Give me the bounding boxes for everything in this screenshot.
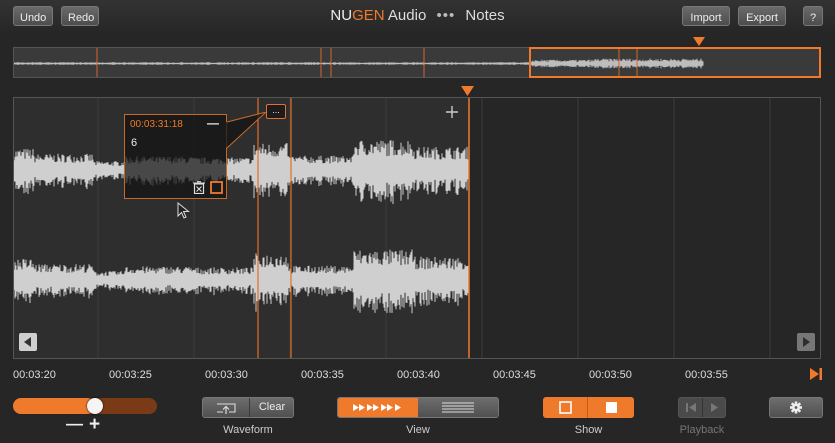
zoom-slider-fill bbox=[13, 398, 96, 414]
settings-button[interactable] bbox=[769, 397, 823, 418]
timeline-label: 00:03:40 bbox=[397, 369, 440, 381]
play-icon bbox=[711, 403, 718, 412]
delete-note-icon[interactable] bbox=[193, 181, 205, 194]
jump-to-end-icon[interactable] bbox=[809, 366, 823, 382]
mouse-cursor-icon bbox=[177, 202, 190, 219]
list-view-icon bbox=[442, 402, 474, 413]
note-text[interactable]: 6 bbox=[131, 137, 137, 149]
app-title: NUGEN Audio ••• Notes bbox=[300, 7, 535, 24]
timeline-label: 00:03:50 bbox=[589, 369, 632, 381]
skip-back-button[interactable] bbox=[679, 398, 703, 417]
timeline-label: 00:03:35 bbox=[301, 369, 344, 381]
view-list-button[interactable] bbox=[418, 398, 498, 417]
note-popup[interactable]: 00:03:31:18 — 6 bbox=[124, 114, 227, 199]
arrow-right-icon bbox=[803, 337, 810, 347]
waveform-button-group: Clear bbox=[202, 397, 294, 418]
brand-nu: NU bbox=[330, 7, 353, 24]
scroll-left-button[interactable] bbox=[19, 333, 37, 351]
square-filled-icon bbox=[606, 402, 617, 413]
zoom-slider-handle[interactable] bbox=[87, 398, 104, 414]
timeline-label: 00:03:25 bbox=[109, 369, 152, 381]
overview-selection[interactable] bbox=[529, 47, 821, 78]
undo-button[interactable]: Undo bbox=[13, 6, 53, 26]
future-region bbox=[469, 98, 820, 358]
gear-icon bbox=[790, 401, 802, 414]
timeline-view-icon bbox=[353, 404, 401, 411]
timeline-label: 00:03:45 bbox=[493, 369, 536, 381]
upload-waveform-icon bbox=[217, 403, 236, 414]
playback-button-group bbox=[678, 397, 726, 418]
view-button-group bbox=[337, 397, 499, 418]
show-button-group bbox=[543, 397, 634, 418]
show-group-label: Show bbox=[574, 424, 603, 436]
waveform-group-label: Waveform bbox=[223, 424, 273, 436]
note-popup-pointer bbox=[226, 112, 267, 149]
timeline[interactable]: 00:03:20 00:03:25 00:03:30 00:03:35 00:0… bbox=[0, 365, 835, 385]
redo-button[interactable]: Redo bbox=[61, 6, 99, 26]
timeline-label: 00:03:55 bbox=[685, 369, 728, 381]
playback-group-label: Playback bbox=[679, 424, 725, 436]
note-color-icon[interactable] bbox=[210, 181, 223, 194]
collapse-button[interactable]: — bbox=[207, 116, 219, 130]
zoom-slider[interactable] bbox=[13, 398, 157, 414]
waveform-channel-right bbox=[14, 249, 469, 314]
playhead-icon[interactable] bbox=[461, 86, 474, 97]
view-timeline-button[interactable] bbox=[338, 398, 418, 417]
square-outline-icon bbox=[559, 401, 572, 414]
timeline-label: 00:03:30 bbox=[205, 369, 248, 381]
timeline-label: 00:03:20 bbox=[13, 369, 56, 381]
show-outline-button[interactable] bbox=[543, 397, 588, 418]
overview-playhead-icon[interactable] bbox=[693, 37, 705, 47]
clear-waveform-button[interactable]: Clear bbox=[250, 398, 293, 417]
import-button[interactable]: Import bbox=[682, 6, 730, 26]
brand-audio: Audio bbox=[387, 7, 427, 24]
play-button[interactable] bbox=[703, 398, 725, 417]
note-timestamp: 00:03:31:18 bbox=[130, 119, 183, 130]
export-button[interactable]: Export bbox=[738, 6, 786, 26]
brand-gen: GEN bbox=[352, 7, 385, 24]
skip-back-icon bbox=[686, 403, 696, 412]
scroll-right-button[interactable] bbox=[797, 333, 815, 351]
title-separator: ••• bbox=[436, 7, 456, 24]
app-name: Notes bbox=[465, 7, 505, 24]
view-group-label: View bbox=[406, 424, 430, 436]
help-button[interactable]: ? bbox=[803, 6, 823, 26]
show-filled-button[interactable] bbox=[589, 397, 634, 418]
load-waveform-button[interactable] bbox=[203, 398, 250, 417]
arrow-left-icon bbox=[24, 337, 31, 347]
zoom-out-button[interactable]: — bbox=[66, 414, 83, 434]
zoom-in-button[interactable]: + bbox=[89, 414, 100, 436]
add-note-icon[interactable] bbox=[446, 106, 458, 118]
